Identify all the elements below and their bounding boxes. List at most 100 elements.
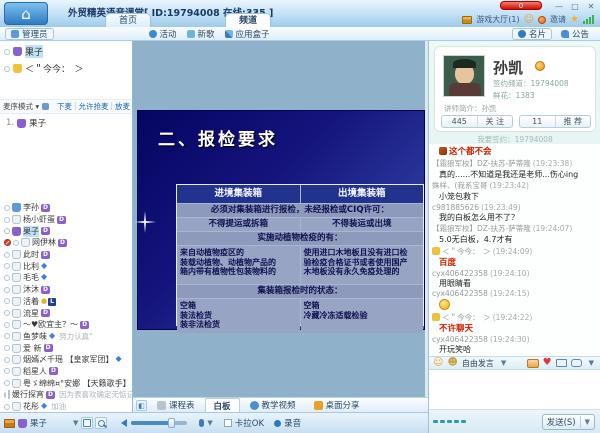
follow-button[interactable]: 445 关 注	[441, 115, 513, 128]
shirt-icon	[21, 238, 30, 247]
song-button[interactable]: 新歌	[182, 28, 220, 40]
invite-label[interactable]: 邀请	[550, 14, 566, 25]
notice-button[interactable]: 公告	[556, 28, 594, 40]
radio-icon	[4, 205, 10, 211]
notification-badge[interactable]: 0	[500, 1, 542, 10]
heart-icon[interactable]: ♥	[543, 358, 552, 368]
radio-icon	[4, 380, 10, 386]
chat-input[interactable]	[429, 370, 600, 410]
member-row[interactable]: 花彤 加油	[0, 401, 133, 412]
record-icon[interactable]	[274, 420, 281, 427]
mic-link-release[interactable]: 放麦	[115, 101, 130, 112]
member-row[interactable]: 网伊林	[0, 237, 133, 249]
member-row[interactable]: 杨小虾蛋	[0, 214, 133, 226]
teacher-avatar[interactable]	[443, 55, 485, 97]
board-tab[interactable]: 课程表	[149, 398, 203, 412]
member-row[interactable]: 活着	[0, 296, 133, 308]
board-tab[interactable]: 桌面分享	[306, 398, 368, 412]
chat-sender-name[interactable]: cyx406422358	[432, 289, 488, 298]
board-tab[interactable]: 白板	[205, 398, 240, 412]
emotion-icon[interactable]: ☺	[524, 15, 534, 25]
mic-mode-dropdown[interactable]: 麦序模式 ▾	[3, 101, 39, 112]
search-icon	[98, 420, 105, 427]
tab-channel[interactable]: 频道	[225, 13, 271, 27]
volume-knob[interactable]	[168, 418, 175, 428]
board-tab[interactable]: 教学视频	[242, 398, 304, 412]
radio-icon	[4, 252, 10, 258]
chat-sender-name[interactable]: ＜＂今今： ＞	[442, 246, 491, 257]
send-button[interactable]: 发送(S) ▼	[542, 414, 595, 430]
send-dropdown-arrow[interactable]: ▼	[585, 418, 590, 426]
maximize-button[interactable]: □	[568, 1, 582, 12]
mic-link-allow[interactable]: 允许抢麦	[78, 101, 108, 112]
resize-grip[interactable]	[433, 420, 466, 423]
custom-face-icon[interactable]: ☻	[447, 358, 457, 368]
member-row[interactable]: ～♥欧宜主？～	[0, 319, 133, 331]
chat-mode-dropdown[interactable]: 自由发言	[462, 358, 494, 369]
karaoke-checkbox[interactable]	[224, 419, 232, 427]
chat-sender-name[interactable]: cyx406422358	[432, 335, 488, 344]
chat-sender-name[interactable]: 【霜狼军校】DZ-扶苏-萨蒂隆	[432, 158, 531, 169]
member-row[interactable]: 沐沐	[0, 284, 133, 296]
member-row[interactable]: 比利	[0, 260, 133, 272]
mic-dropdown-arrow[interactable]: ▼	[207, 419, 212, 427]
microphone-icon[interactable]	[199, 419, 204, 427]
member-row[interactable]: 流星	[0, 307, 133, 319]
radio-icon	[4, 357, 10, 363]
member-badge-icon	[49, 367, 58, 375]
chat-sender-name[interactable]: c981885626	[432, 203, 479, 212]
member-row[interactable]: 毛毛	[0, 272, 133, 284]
member-row[interactable]: 稻星人	[0, 366, 133, 378]
tv-icon[interactable]	[527, 359, 539, 368]
member-row[interactable]: 烟嫣〆千瑶 【皇家军团】	[0, 354, 133, 366]
member-row[interactable]: 爱 新	[0, 342, 133, 354]
chat-sender-name[interactable]: ＜＂今今： ＞	[442, 312, 491, 323]
mail-icon[interactable]	[556, 359, 567, 367]
emoticon-picker-icon[interactable]: ☺	[433, 358, 443, 368]
search-button[interactable]	[95, 417, 107, 429]
minimize-button[interactable]: —	[552, 1, 566, 12]
shirt-icon	[12, 262, 21, 271]
activity-button[interactable]: 活动	[144, 28, 182, 40]
board-nav-button[interactable]: ◧	[136, 400, 147, 411]
medal-icon	[439, 147, 447, 155]
gift-box-icon[interactable]	[4, 419, 15, 428]
chat-bubble-icon[interactable]	[571, 359, 582, 367]
tab-home[interactable]: 首页	[105, 13, 151, 27]
member-row[interactable]: 鱼梦菋 努力认真"	[0, 331, 133, 343]
appbox-button[interactable]: 应用盒子	[220, 28, 275, 40]
chat-sender-name[interactable]: cyx406422358	[432, 269, 488, 278]
chat-sender-name[interactable]: 【霜狼军校】DZ-扶苏-萨蒂隆	[432, 223, 531, 234]
member-row[interactable]: 李孙	[0, 202, 133, 214]
app-window: ⌂ 外贸精英语音课堂[ ID:19794008 在线:335 ] 首页 频道 0…	[0, 0, 600, 433]
chat-message-text	[432, 299, 598, 310]
queue-row[interactable]: ＜＂今今： ＞	[4, 62, 132, 75]
mic-link-down[interactable]: 下麦	[57, 101, 72, 112]
chat-sender-name[interactable]: 姝样、(我系宝哥	[432, 180, 487, 191]
queue-user-name: ＜＂今今： ＞	[25, 62, 84, 75]
chat-mode-arrow[interactable]: ▼	[501, 359, 506, 367]
bubble-dropdown-arrow[interactable]: ▼	[589, 359, 594, 367]
appbox-grid-icon	[225, 30, 233, 38]
mic-queue-first[interactable]: 1. 果子	[6, 117, 46, 129]
member-row[interactable]: 媛行探宵 因为表喜欢确定无惦记	[0, 389, 133, 401]
home-button[interactable]: ⌂	[4, 2, 48, 25]
favorite-star-icon[interactable]: ★	[570, 15, 579, 25]
card-icon	[518, 30, 526, 38]
card-button[interactable]: 名片	[512, 28, 552, 40]
admin-button[interactable]: 管理员	[5, 28, 54, 40]
game-hall-icon[interactable]	[462, 16, 472, 24]
queue-row[interactable]: 果子	[4, 45, 132, 58]
popup-window-button[interactable]	[81, 417, 93, 429]
member-row[interactable]: 粤ゞ绵绵¤°安娜 【天籁歌手】	[0, 377, 133, 389]
member-row[interactable]: 此时	[0, 249, 133, 261]
member-row[interactable]: 果子	[0, 225, 133, 237]
invite-icon[interactable]	[538, 16, 546, 24]
game-hall-label[interactable]: 游戏大厅(1)	[476, 14, 519, 25]
shirt-icon	[432, 313, 440, 321]
recommend-button[interactable]: 11 推 荐	[519, 115, 591, 128]
speaker-icon[interactable]	[117, 419, 127, 427]
close-button[interactable]: ✕	[584, 1, 598, 12]
user-dropdown-arrow[interactable]: ▼	[73, 419, 78, 427]
volume-slider[interactable]	[131, 421, 187, 425]
